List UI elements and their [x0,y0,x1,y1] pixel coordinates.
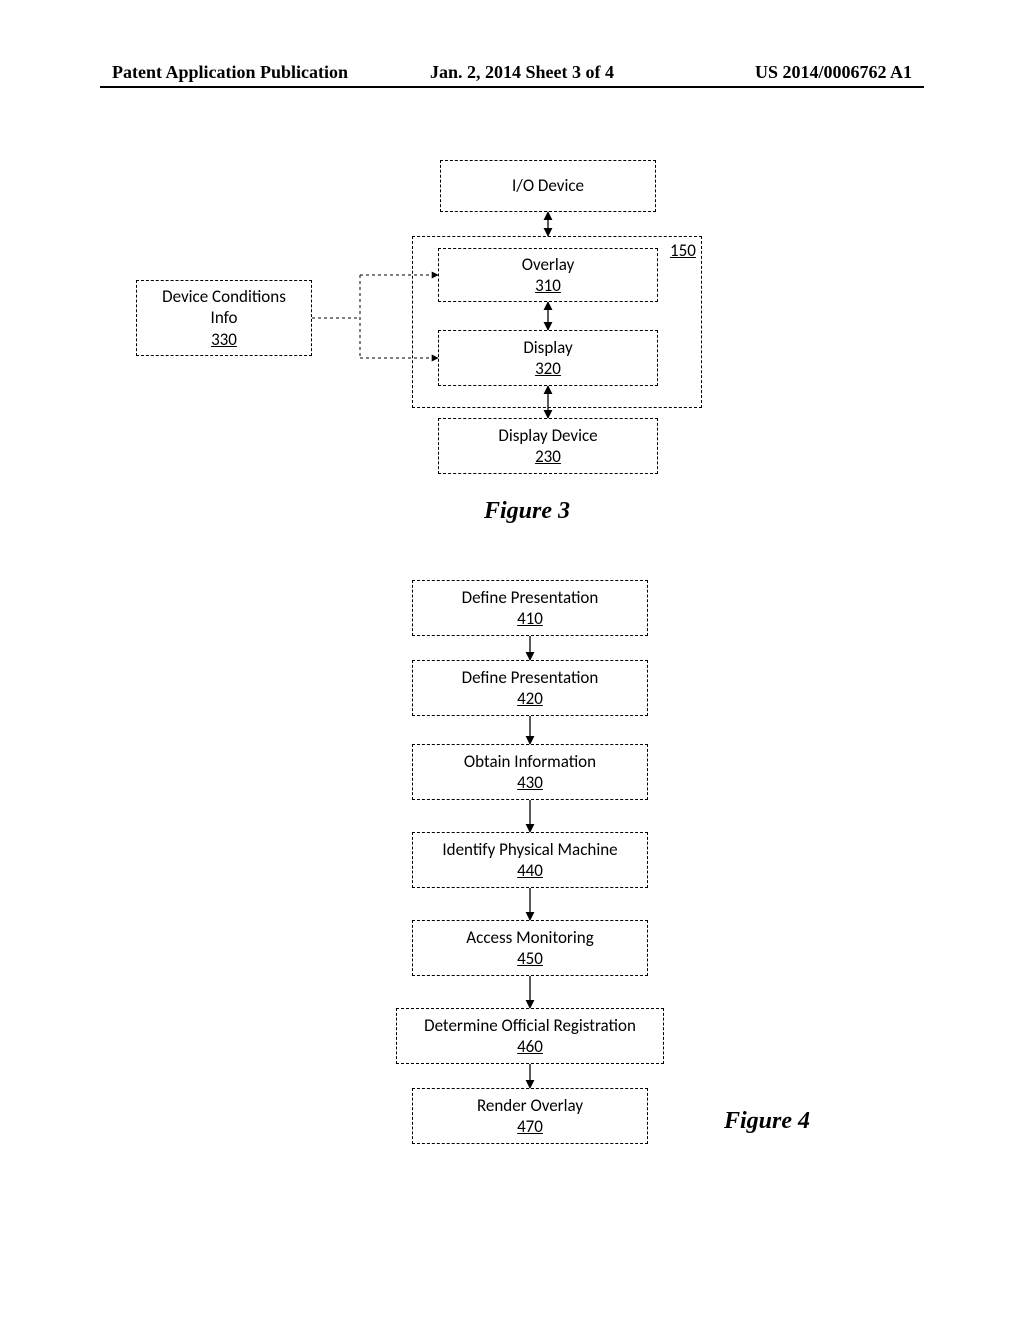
step-450-num: 450 [517,948,543,969]
box-display: Display 320 [438,330,658,386]
step-410-num: 410 [517,608,543,629]
box-device-conditions-info: Device Conditions Info 330 [136,280,312,356]
step-460-title: Determine Official Registration [424,1015,636,1036]
box-overlay: Overlay 310 [438,248,658,302]
container-150-ref: 150 [670,240,696,261]
box-step-470: Render Overlay 470 [412,1088,648,1144]
step-420-num: 420 [517,688,543,709]
display-device-title: Display Device [498,425,597,446]
display-device-num: 230 [535,446,561,467]
step-440-num: 440 [517,860,543,881]
step-470-num: 470 [517,1116,543,1137]
box-step-410: Define Presentation 410 [412,580,648,636]
figure-4-caption: Figure 4 [724,1108,810,1135]
header-rule [100,86,924,88]
step-430-num: 430 [517,772,543,793]
box-io-device: I/O Device [440,160,656,212]
overlay-num: 310 [535,275,561,296]
box-step-460: Determine Official Registration 460 [396,1008,664,1064]
step-460-num: 460 [517,1036,543,1057]
io-device-title: I/O Device [512,175,584,196]
box-step-420: Define Presentation 420 [412,660,648,716]
dci-num: 330 [211,329,237,350]
step-470-title: Render Overlay [477,1095,583,1116]
header-left: Patent Application Publication [112,62,348,83]
figure-3-caption: Figure 3 [484,498,570,525]
overlay-title: Overlay [522,254,575,275]
header-right: US 2014/0006762 A1 [755,62,912,83]
display-num: 320 [535,358,561,379]
dci-title1: Device Conditions [162,286,286,307]
header-center: Jan. 2, 2014 Sheet 3 of 4 [430,62,614,83]
step-430-title: Obtain Information [464,751,596,772]
step-420-title: Define Presentation [462,667,599,688]
dci-title2: Info [211,307,238,328]
step-440-title: Identify Physical Machine [442,839,617,860]
box-display-device: Display Device 230 [438,418,658,474]
display-title: Display [523,337,572,358]
box-step-440: Identify Physical Machine 440 [412,832,648,888]
step-410-title: Define Presentation [462,587,599,608]
step-450-title: Access Monitoring [466,927,593,948]
box-step-430: Obtain Information 430 [412,744,648,800]
box-step-450: Access Monitoring 450 [412,920,648,976]
